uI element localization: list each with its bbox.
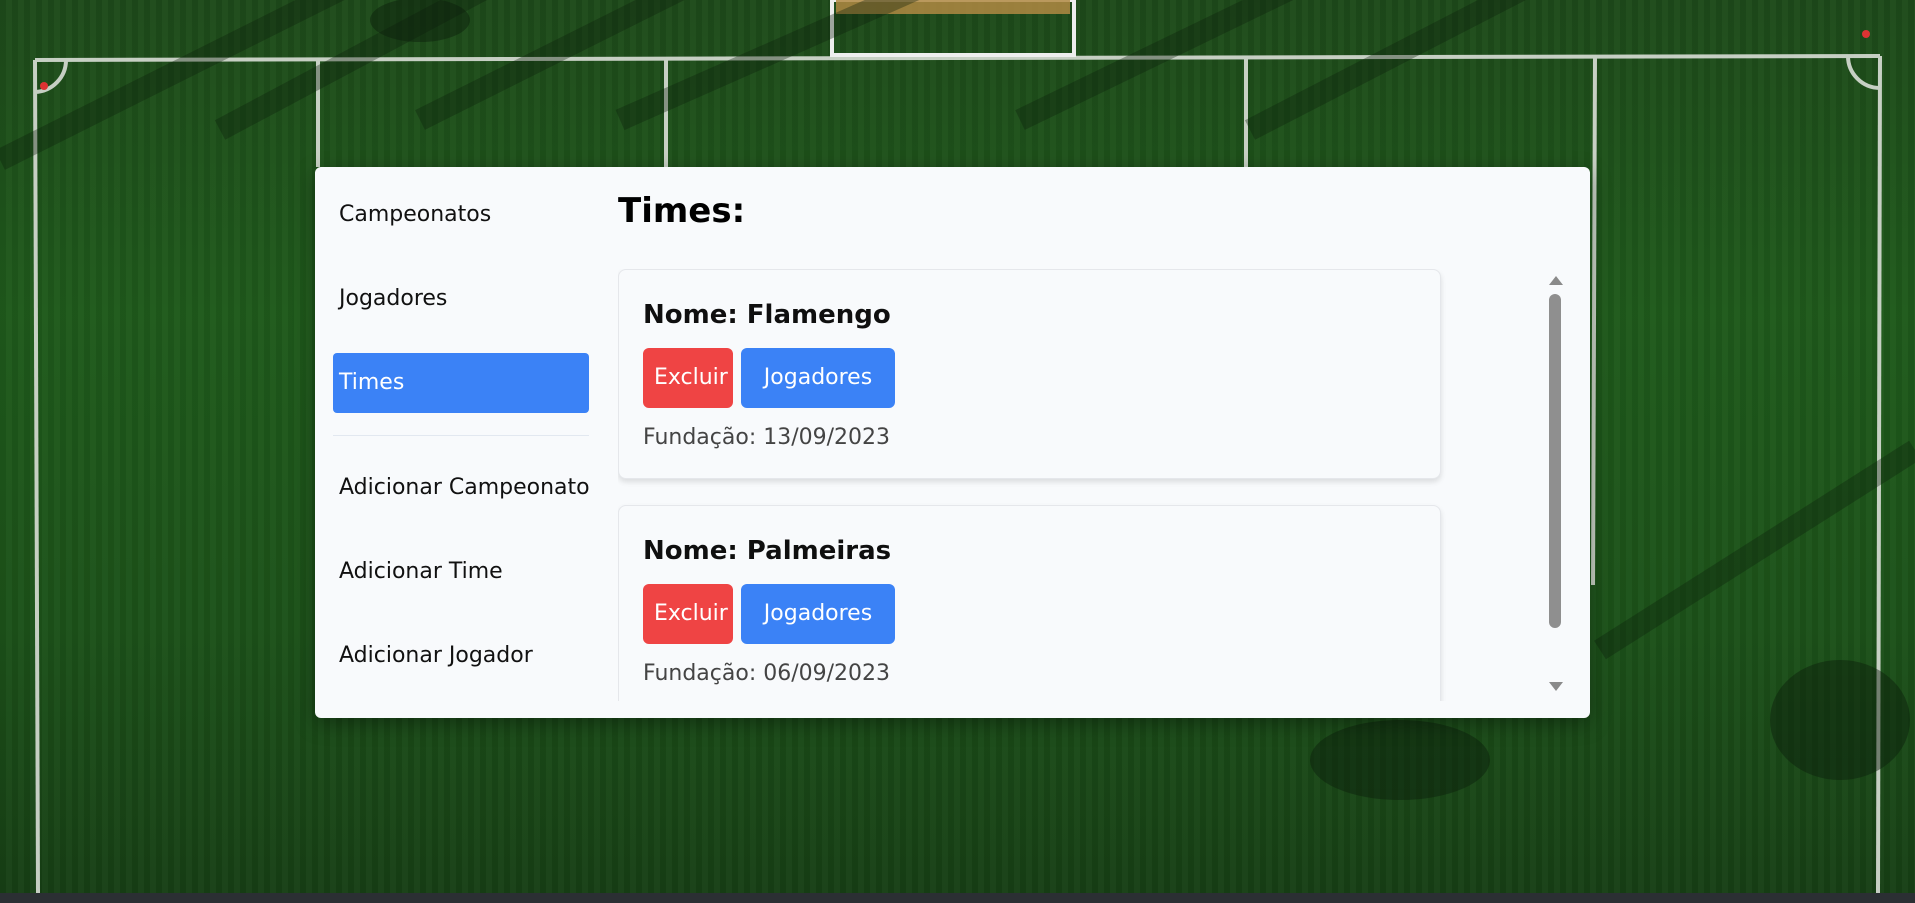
taskbar-strip (0, 893, 1915, 903)
team-founded-date: Fundação: 13/09/2023 (643, 425, 891, 450)
team-actions: Excluir Jogadores (643, 348, 903, 408)
team-card: Nome: Flamengo Excluir Jogadores Fundação… (618, 269, 1441, 479)
page-title: Times: (618, 191, 746, 231)
vertical-scrollbar[interactable] (1546, 270, 1564, 702)
team-card: Nome: Palmeiras Excluir Jogadores Fundaçã… (618, 505, 1441, 701)
scrollbar-thumb[interactable] (1549, 294, 1561, 628)
sidebar-item-adicionar-campeonato[interactable]: Adicionar Campeonato (333, 458, 590, 518)
delete-team-button[interactable]: Excluir (643, 348, 733, 408)
team-actions: Excluir Jogadores (643, 584, 903, 644)
main-panel: Campeonatos Jogadores Times Adicionar Ca… (315, 167, 1590, 718)
sidebar-divider (333, 435, 589, 436)
team-players-button[interactable]: Jogadores (741, 584, 895, 644)
teams-list[interactable]: Nome: Flamengo Excluir Jogadores Fundação… (618, 269, 1558, 701)
scroll-down-arrow-icon[interactable] (1549, 682, 1563, 691)
sidebar: Campeonatos Jogadores Times Adicionar Ca… (333, 185, 590, 710)
sidebar-item-campeonatos[interactable]: Campeonatos (333, 185, 589, 245)
team-founded-date: Fundação: 06/09/2023 (643, 661, 891, 686)
sidebar-item-jogadores[interactable]: Jogadores (333, 269, 589, 329)
delete-team-button[interactable]: Excluir (643, 584, 733, 644)
scroll-up-arrow-icon[interactable] (1549, 276, 1563, 285)
team-players-button[interactable]: Jogadores (741, 348, 895, 408)
sidebar-item-adicionar-jogador[interactable]: Adicionar Jogador (333, 626, 589, 686)
sidebar-item-times[interactable]: Times (333, 353, 589, 413)
team-name: Nome: Flamengo (643, 300, 891, 330)
sidebar-item-adicionar-time[interactable]: Adicionar Time (333, 542, 589, 602)
teams-content: Times: Nome: Flamengo Excluir Jogadores F… (618, 189, 1568, 709)
team-name: Nome: Palmeiras (643, 536, 892, 566)
